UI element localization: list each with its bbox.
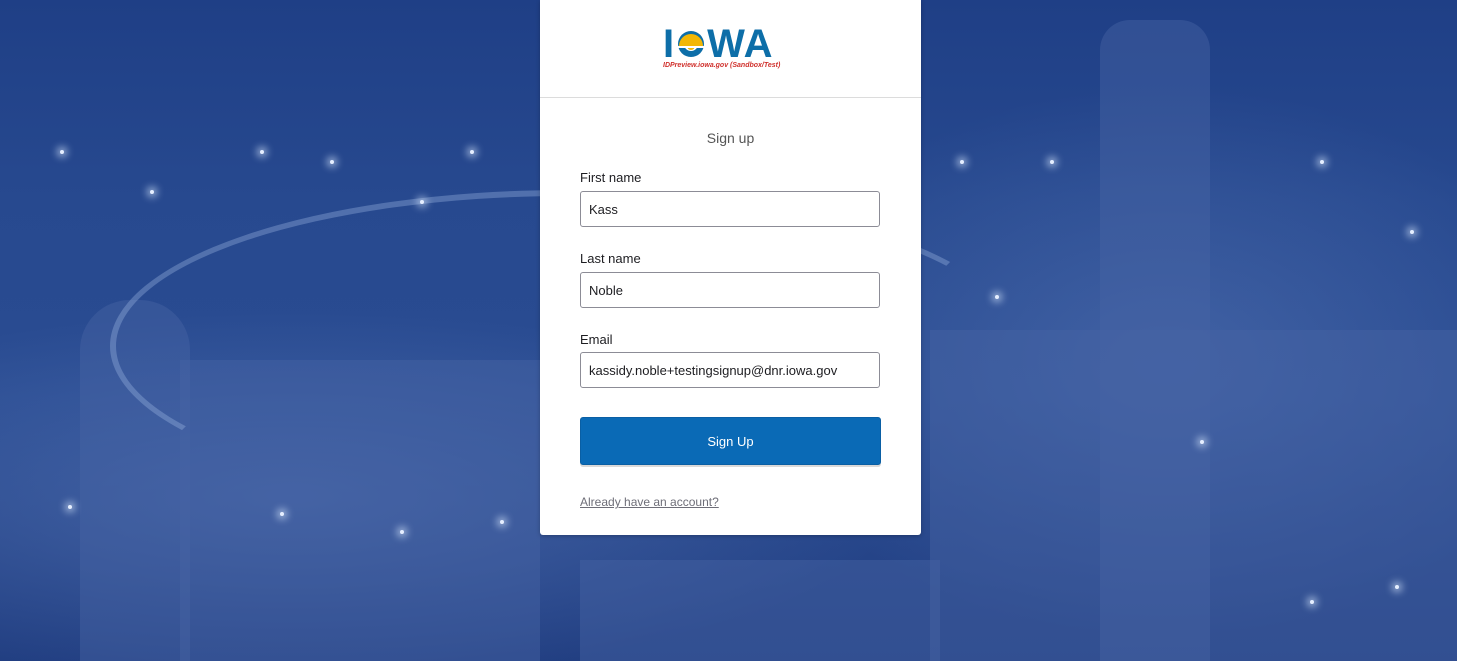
logo-letter-i: I — [663, 22, 676, 66]
city-light — [280, 512, 284, 516]
city-light — [1200, 440, 1204, 444]
last-name-input[interactable] — [580, 272, 880, 308]
city-light — [68, 505, 72, 509]
city-light — [420, 200, 424, 204]
city-light — [150, 190, 154, 194]
city-light — [1410, 230, 1414, 234]
city-light — [1395, 585, 1399, 589]
sign-up-button[interactable]: Sign Up — [580, 417, 881, 465]
city-light — [500, 520, 504, 524]
city-light — [1310, 600, 1314, 604]
first-name-input[interactable] — [580, 191, 880, 227]
email-label: Email — [580, 332, 613, 347]
first-name-label: First name — [580, 170, 642, 185]
signup-card: I WA IDPreview.iowa.gov (Sandbox/Test) S… — [540, 0, 921, 535]
last-name-label: Last name — [580, 251, 641, 266]
already-have-account-link[interactable]: Already have an account? — [580, 495, 719, 509]
city-light — [470, 150, 474, 154]
sun-icon — [678, 31, 705, 57]
card-header: I WA IDPreview.iowa.gov (Sandbox/Test) — [540, 0, 921, 98]
city-light — [1320, 160, 1324, 164]
email-input[interactable] — [580, 352, 880, 388]
city-light — [960, 160, 964, 164]
city-light — [330, 160, 334, 164]
city-light — [60, 150, 64, 154]
iowa-logo-wordmark: I WA — [663, 24, 774, 64]
form-title: Sign up — [706, 130, 755, 146]
city-light — [260, 150, 264, 154]
environment-subtitle: IDPreview.iowa.gov (Sandbox/Test) — [663, 62, 781, 69]
logo-letters-wa: WA — [707, 22, 774, 66]
city-light — [400, 530, 404, 534]
iowa-logo: I WA IDPreview.iowa.gov (Sandbox/Test) — [661, 24, 801, 72]
building-shape — [580, 560, 940, 661]
city-light — [1050, 160, 1054, 164]
city-light — [995, 295, 999, 299]
